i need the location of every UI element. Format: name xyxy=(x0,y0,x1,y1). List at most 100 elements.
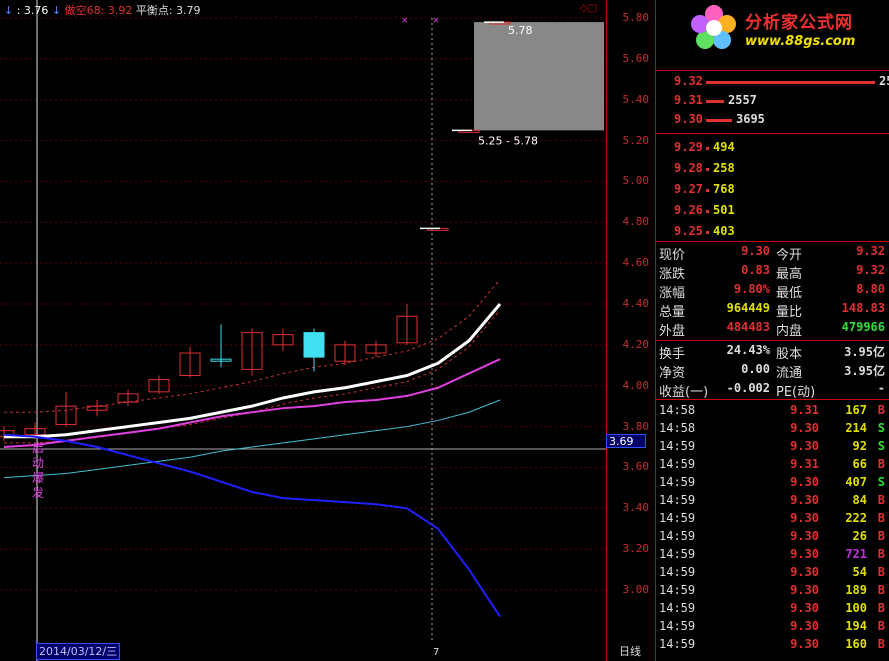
tick-side: S xyxy=(877,421,885,435)
quote-label: 最高 xyxy=(776,267,803,282)
tick-time: 14:59 xyxy=(659,511,696,525)
restore-icon[interactable]: □ xyxy=(588,3,597,14)
quote-value: 964449 xyxy=(726,301,770,315)
tick-time: 14:58 xyxy=(659,403,696,417)
ask-volume: 25078 xyxy=(879,74,889,88)
bid-row: 9.29 494 xyxy=(656,140,889,159)
quote-label: 现价 xyxy=(659,248,686,263)
quote-label: 最低 xyxy=(776,286,803,301)
tick-price: 9.30 xyxy=(790,583,819,597)
tick-row: 14:59 9.30 54 B xyxy=(656,565,889,583)
indicator1-label: 做空68: xyxy=(64,4,105,17)
tick-side: S xyxy=(877,475,885,489)
tick-side: B xyxy=(877,457,885,471)
logo-title: 分析家公式网 xyxy=(745,13,853,33)
tick-row: 14:59 9.30 92 S xyxy=(656,439,889,457)
tick-side: B xyxy=(877,583,885,597)
bid-volume: 403 xyxy=(713,224,735,238)
tick-volume: 54 xyxy=(852,565,867,579)
price-tick-label: 4.80 xyxy=(622,215,650,229)
tick-volume: 92 xyxy=(852,439,867,453)
quote-value: 0.00 xyxy=(741,362,770,376)
period-label[interactable]: 日线 xyxy=(619,643,641,659)
kline-chart[interactable]: × × 5.25 - 5.78 5.78 启动爆发 7 xyxy=(0,0,606,661)
bid-price: 9.26 xyxy=(674,203,703,217)
price-tick-label: 3.80 xyxy=(622,419,650,433)
tick-row: 14:59 9.31 66 B xyxy=(656,457,889,475)
quote-label: 换手 xyxy=(659,347,686,362)
tick-time: 14:59 xyxy=(659,637,696,651)
bid-row: 9.27 768 xyxy=(656,182,889,201)
tick-time: 14:59 xyxy=(659,583,696,597)
quote-label: 涨跌 xyxy=(659,267,686,282)
bid-price: 9.28 xyxy=(674,161,703,175)
ask-price: 9.30 xyxy=(674,112,703,126)
ask-volume: 3695 xyxy=(736,112,765,126)
price-tick-label: 4.40 xyxy=(622,297,650,310)
tick-price: 9.30 xyxy=(790,421,819,435)
bid-volume: 768 xyxy=(713,182,735,196)
indicator1-value: 3.92 xyxy=(107,4,133,17)
indicator-header: ↓ : 3.76 ↓ 做空68: 3.92 平衡点: 3.79 xyxy=(4,2,201,18)
window-controls[interactable]: ◇□ xyxy=(580,3,597,14)
quote-value: -0.002 xyxy=(726,381,770,395)
quote-label: 净资 xyxy=(659,366,686,381)
symbol-price: : 3.76 xyxy=(16,4,49,17)
tick-row: 14:58 9.30 214 S xyxy=(656,421,889,439)
ask-row: 9.30 3695 xyxy=(656,112,889,131)
tick-side: B xyxy=(877,565,885,579)
tick-side: S xyxy=(877,439,885,453)
quote-label: 今开 xyxy=(776,248,803,263)
quote-value: 9.32 xyxy=(856,263,885,277)
logo-url: www.88gs.com xyxy=(745,34,856,49)
tick-price: 9.30 xyxy=(790,601,819,615)
tick-side: B xyxy=(877,511,885,525)
tick-side: B xyxy=(877,637,885,651)
tick-price: 9.30 xyxy=(790,511,819,525)
price-tick-label: 3.20 xyxy=(622,542,650,556)
volume-bar xyxy=(706,189,709,192)
bid-price: 9.27 xyxy=(674,182,703,196)
tick-side: B xyxy=(877,601,885,615)
volume-bar xyxy=(706,100,724,103)
quote-label: 收益(一) xyxy=(659,385,709,400)
bid-price: 9.25 xyxy=(674,224,703,238)
tick-volume: 26 xyxy=(852,529,867,543)
signal-char: 发 xyxy=(32,485,44,500)
tick-price: 9.30 xyxy=(790,493,819,507)
tick-row: 14:59 9.30 407 S xyxy=(656,475,889,493)
volume-bar xyxy=(706,119,732,122)
quote-label: PE(动) xyxy=(776,385,816,400)
bid-volume: 501 xyxy=(713,203,735,217)
quote-value: 484483 xyxy=(726,320,770,334)
tick-row: 14:59 9.30 26 B xyxy=(656,529,889,547)
tick-price: 9.30 xyxy=(790,619,819,633)
tick-volume: 160 xyxy=(845,637,867,651)
ask-row: 9.32 25078 xyxy=(656,74,889,93)
diamond-icon[interactable]: ◇ xyxy=(580,3,588,14)
tick-time: 14:59 xyxy=(659,619,696,633)
tick-row: 14:59 9.30 222 B xyxy=(656,511,889,529)
tick-volume: 100 xyxy=(845,601,867,615)
tick-time: 14:58 xyxy=(659,421,696,435)
quote-value: 9.80% xyxy=(733,282,770,296)
kline-chart-svg[interactable]: × × 5.25 - 5.78 5.78 启动爆发 7 xyxy=(0,0,606,661)
quote-label: 量比 xyxy=(776,305,803,320)
price-tick-label: 3.40 xyxy=(622,501,650,515)
quote-value: 9.32 xyxy=(856,244,885,258)
price-tick-label: 3.60 xyxy=(622,460,650,474)
tick-time: 14:59 xyxy=(659,439,696,453)
tick-row: 14:59 9.30 84 B xyxy=(656,493,889,511)
tick-volume: 189 xyxy=(845,583,867,597)
quote-label: 涨幅 xyxy=(659,286,686,301)
tick-volume: 721 xyxy=(845,547,867,561)
quote-value: 148.83 xyxy=(841,301,885,315)
tick-volume: 167 xyxy=(845,403,867,417)
tick-price: 9.30 xyxy=(790,439,819,453)
top-label: 5.78 xyxy=(508,24,533,37)
tick-side: B xyxy=(877,403,885,417)
tick-volume: 66 xyxy=(852,457,867,471)
tick-price: 9.31 xyxy=(790,457,819,471)
volume-bar xyxy=(706,81,875,84)
tick-side: B xyxy=(877,547,885,561)
